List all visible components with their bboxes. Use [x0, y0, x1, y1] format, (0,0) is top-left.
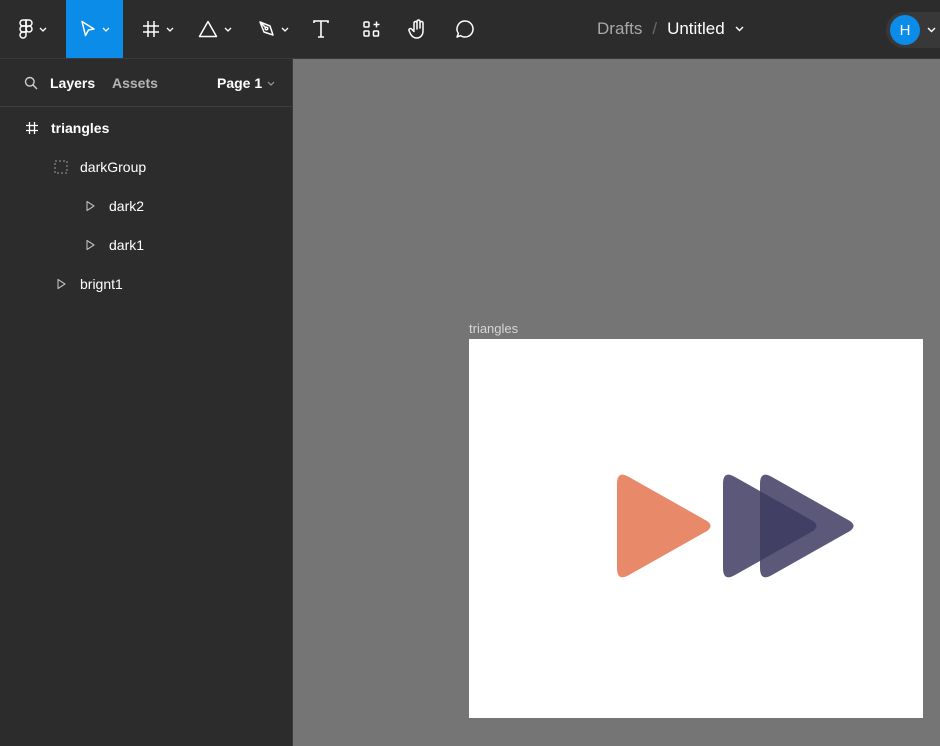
figma-logo-icon: [19, 19, 33, 39]
page-selector[interactable]: Page 1: [217, 75, 275, 91]
pen-tool-button[interactable]: [253, 0, 293, 58]
layer-row-brignt1[interactable]: brignt1: [0, 265, 292, 303]
layer-name: dark2: [109, 198, 145, 214]
bright-triangle[interactable]: [617, 474, 711, 578]
layer-row-darkgroup[interactable]: darkGroup: [0, 148, 292, 186]
layer-name: brignt1: [80, 276, 123, 292]
dark2-triangle[interactable]: [760, 474, 854, 578]
resources-icon: [363, 21, 380, 37]
tab-assets[interactable]: Assets: [112, 75, 158, 91]
chevron-down-icon: [927, 27, 936, 33]
chevron-down-icon: [166, 27, 174, 32]
frame-icon: [24, 120, 40, 136]
tab-layers[interactable]: Layers: [50, 75, 95, 91]
hash-frame-icon: [143, 21, 159, 37]
resources-tool-button[interactable]: [358, 0, 384, 58]
main-menu-button[interactable]: [8, 0, 58, 58]
toolbar: Drafts / Untitled H: [0, 0, 940, 59]
chevron-down-icon: [267, 81, 275, 86]
frame-label[interactable]: triangles: [469, 321, 518, 336]
layers-panel: Layers Assets Page 1 triangles darkGroup…: [0, 59, 293, 746]
avatar[interactable]: H: [890, 15, 920, 45]
chevron-down-icon: [224, 27, 232, 32]
layer-row-dark1[interactable]: dark1: [0, 226, 292, 264]
breadcrumb-separator: /: [652, 19, 658, 38]
triangle-icon: [82, 237, 98, 253]
chevron-down-icon: [39, 27, 47, 32]
layer-row-triangles[interactable]: triangles: [0, 109, 292, 147]
title-menu-chevron[interactable]: [735, 26, 744, 32]
hand-icon: [408, 19, 424, 39]
document-title[interactable]: Untitled: [667, 19, 725, 39]
cursor-arrow-icon: [80, 20, 95, 37]
search-icon[interactable]: [24, 76, 38, 95]
panel-tabs: Layers Assets Page 1: [0, 59, 292, 107]
layer-row-dark2[interactable]: dark2: [0, 187, 292, 225]
pen-nib-icon: [259, 21, 274, 36]
group-icon: [53, 159, 69, 175]
chevron-down-icon: [281, 27, 289, 32]
comment-tool-button[interactable]: [452, 0, 478, 58]
chevron-down-icon: [102, 27, 109, 32]
text-tool-button[interactable]: [308, 0, 334, 58]
triangle-shape-icon: [198, 20, 218, 38]
frame-triangles[interactable]: [469, 339, 923, 718]
comment-bubble-icon: [456, 20, 474, 38]
layer-name: darkGroup: [80, 159, 147, 175]
triangle-icon: [82, 198, 98, 214]
breadcrumb-drafts[interactable]: Drafts: [597, 19, 642, 39]
triangle-icon: [53, 276, 69, 292]
layer-name: dark1: [109, 237, 145, 253]
move-tool-button[interactable]: [66, 0, 123, 58]
text-t-icon: [313, 20, 329, 38]
chevron-down-icon: [735, 26, 744, 32]
hand-tool-button[interactable]: [404, 0, 432, 58]
layer-name: triangles: [51, 120, 110, 136]
user-menu[interactable]: H: [886, 12, 940, 48]
frame-tool-button[interactable]: [138, 0, 178, 58]
page-selector-label: Page 1: [217, 75, 263, 91]
shape-tool-button[interactable]: [194, 0, 236, 58]
document-title-area: Drafts / Untitled: [597, 0, 744, 58]
